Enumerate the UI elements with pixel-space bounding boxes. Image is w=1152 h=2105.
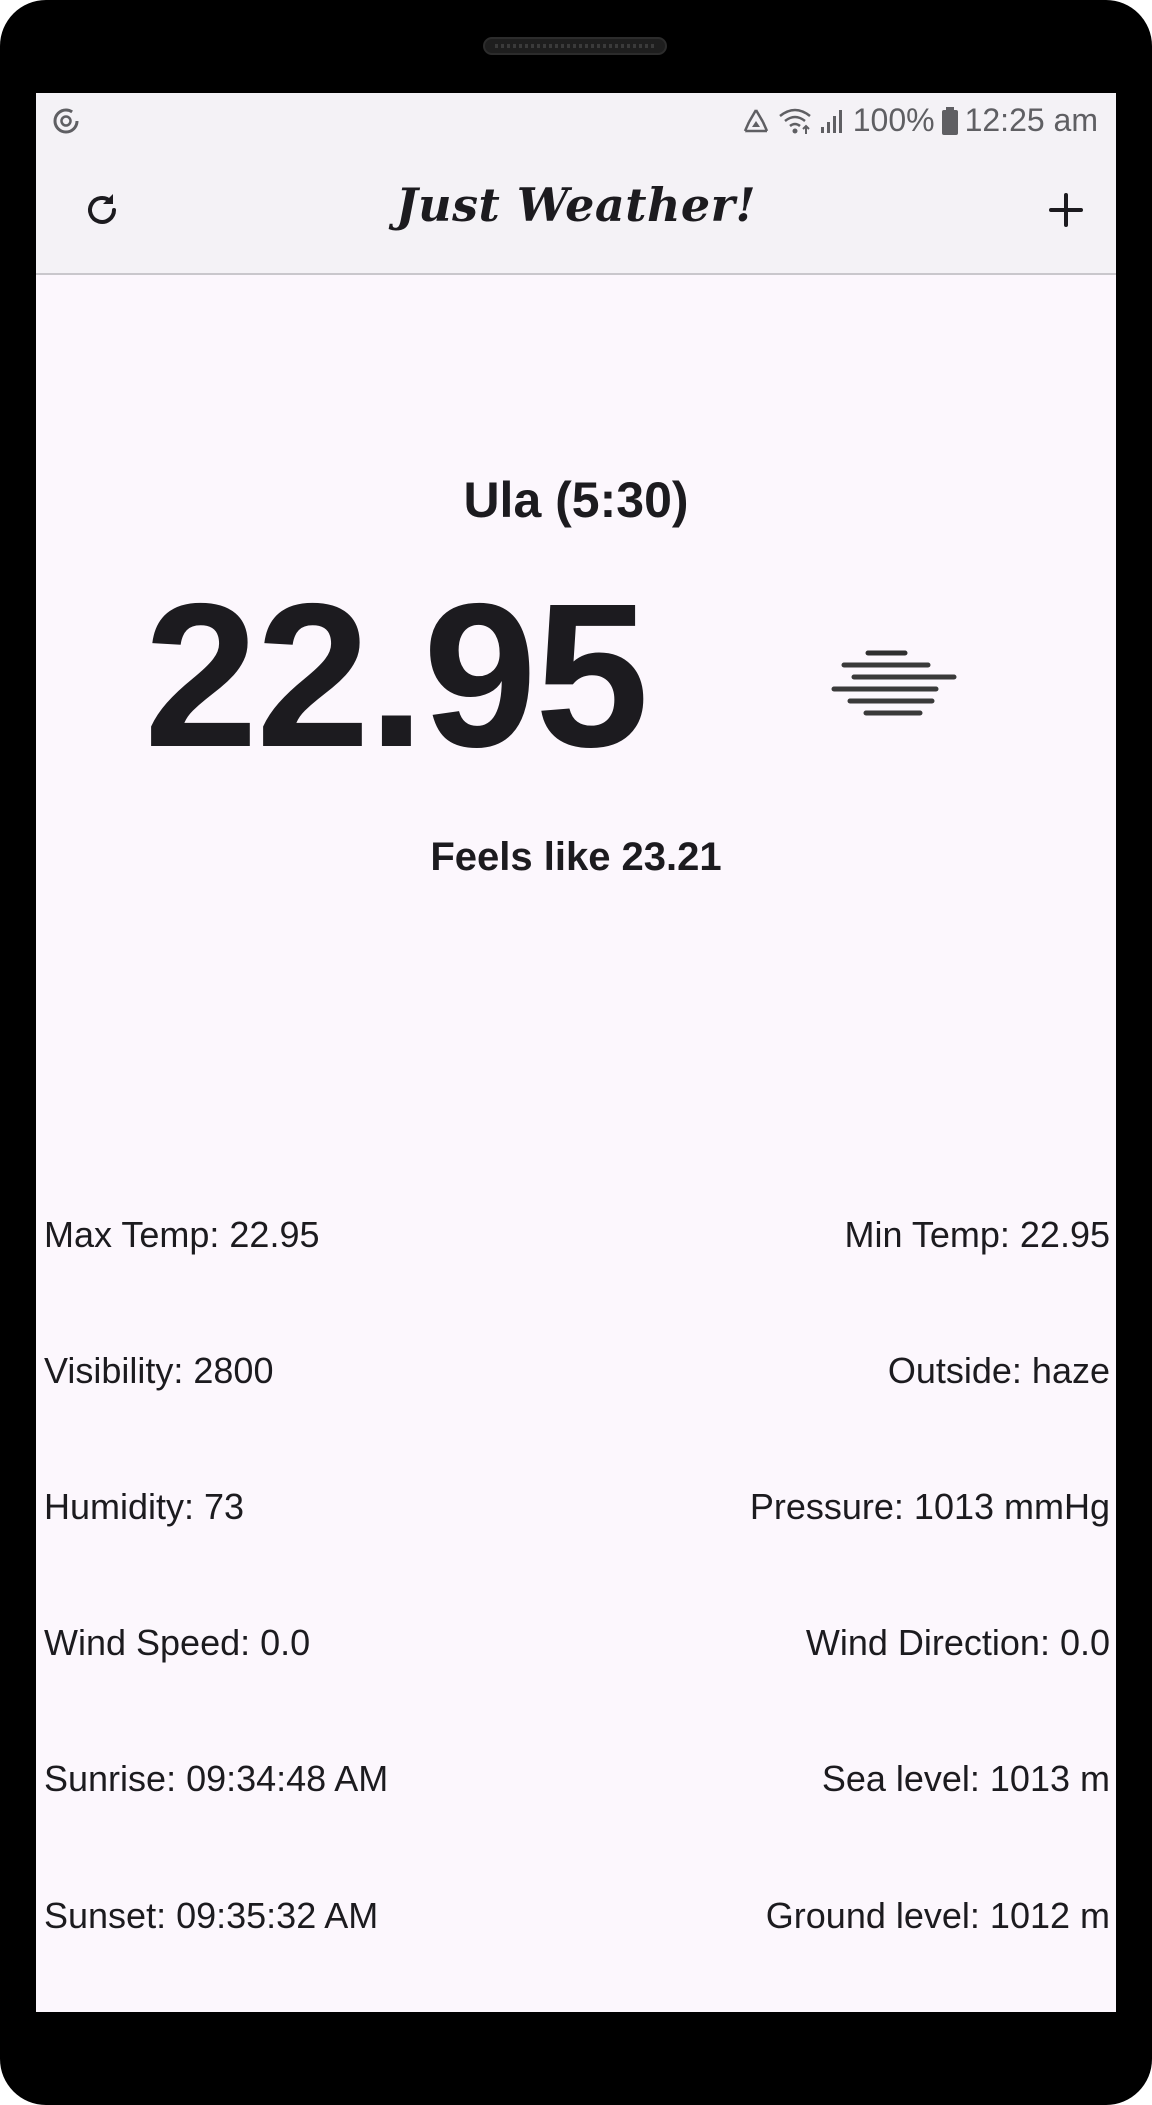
phone-frame: 100% 12:25 am Just Weather! Ula (5:30) 2…: [0, 0, 1152, 2105]
ground-level: Ground level: 1012 m: [765, 1895, 1110, 1936]
add-icon: [1049, 193, 1083, 227]
visibility: Visibility: 2800: [44, 1350, 274, 1391]
location-label: Ula (5:30): [463, 472, 689, 528]
wind-direction: Wind Direction: 0.0: [805, 1622, 1110, 1663]
app-title: Just Weather!: [395, 178, 757, 232]
wind-speed: Wind Speed: 0.0: [44, 1622, 311, 1663]
signal-icon: [820, 109, 842, 133]
status-icons: 100% 12:25 am: [741, 93, 1098, 148]
haze-icon: [831, 650, 957, 716]
sea-level: Sea level: 1013 m: [821, 1758, 1110, 1799]
status-time: 12:25 am: [964, 102, 1098, 138]
app-screen: 100% 12:25 am Just Weather! Ula (5:30) 2…: [36, 93, 1116, 2012]
outside-condition: Outside: haze: [887, 1350, 1110, 1391]
feels-like-label: Feels like 23.21: [430, 835, 722, 879]
speaker-grille: [483, 37, 667, 55]
sunrise: Sunrise: 09:34:48 AM: [44, 1758, 389, 1799]
wifi-icon: [778, 108, 811, 134]
recycle-icon: [743, 108, 768, 132]
current-temperature: 22.95: [144, 561, 649, 790]
max-temp: Max Temp: 22.95: [44, 1214, 320, 1255]
humidity: Humidity: 73: [44, 1486, 245, 1527]
battery-icon: [941, 106, 958, 135]
app-bar: Just Weather!: [36, 148, 1116, 275]
battery-percent: 100%: [852, 102, 935, 138]
status-bar: 100% 12:25 am: [36, 93, 1116, 148]
data-saver-icon: [53, 108, 79, 134]
pressure: Pressure: 1013 mmHg: [749, 1486, 1110, 1527]
sunset: Sunset: 09:35:32 AM: [44, 1895, 379, 1936]
min-temp: Min Temp: 22.95: [844, 1214, 1110, 1255]
add-location-button[interactable]: [1038, 182, 1094, 238]
